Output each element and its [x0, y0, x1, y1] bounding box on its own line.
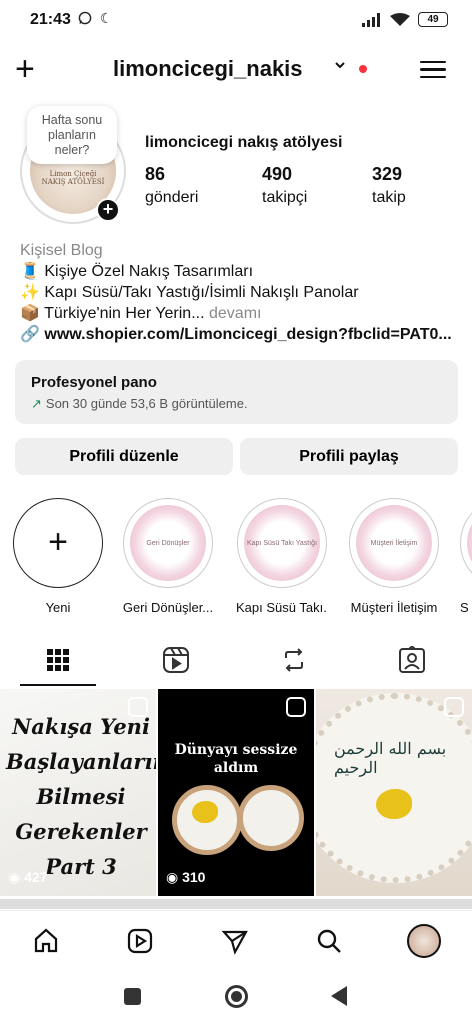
- content-tabs: [0, 632, 472, 688]
- chevron-down-icon[interactable]: [334, 58, 346, 76]
- post-overlay-text: Dünyayı sessize aldım: [174, 742, 298, 776]
- stat-posts-count: 86: [145, 164, 166, 184]
- highlight-label: Müşteri İletişim: [350, 600, 438, 615]
- post-thumbnail[interactable]: Dünyayı sessize aldım ◉ 310: [158, 689, 314, 896]
- reel-badge-icon: [128, 697, 148, 717]
- grid-next-row: [0, 899, 472, 909]
- post-overlay-text: Nakışa Yeni Başlayanların Bilmesi Gereke…: [6, 714, 156, 879]
- username-switcher[interactable]: limoncicegi_nakis: [113, 56, 303, 82]
- battery-icon: 49: [418, 12, 448, 27]
- professional-dashboard[interactable]: Profesyonel pano ↗ Son 30 günde 53,6 B gö…: [15, 360, 458, 424]
- plus-icon[interactable]: +: [15, 52, 35, 86]
- hoop-image: [238, 785, 304, 851]
- stat-following[interactable]: 329 takip: [372, 164, 406, 207]
- repost-icon[interactable]: [276, 642, 312, 678]
- highlight-cover: Geri Dönüşler: [130, 505, 206, 581]
- bottom-navigation: [0, 910, 472, 972]
- whatsapp-icon: [78, 11, 92, 28]
- post-views-count: 310: [182, 869, 206, 885]
- add-story-icon[interactable]: +: [96, 198, 120, 222]
- display-name: limoncicegi nakış atölyesi: [145, 134, 343, 151]
- dashboard-title: Profesyonel pano: [31, 374, 157, 391]
- dashboard-views: Son 30 günde 53,6 B görüntüleme.: [45, 396, 248, 411]
- highlight-item[interactable]: Geri Dönüşler Geri Dönüşler...: [122, 498, 214, 615]
- share-profile-button[interactable]: Profili paylaş: [240, 438, 458, 475]
- carousel-badge-icon: [444, 697, 464, 717]
- avatar: [407, 924, 441, 958]
- bio-line-truncated: 📦 Türkiye'nin Her Yerin... devamı: [20, 303, 460, 324]
- reels-icon[interactable]: [158, 642, 194, 678]
- avatar-caption: Limon Çiçeği NAKIŞ ATÖLYESİ: [41, 170, 105, 186]
- highlight-label: Geri Dönüşler...: [122, 600, 214, 615]
- highlight-item[interactable]: Kapı Süsü Takı Yastığı Kapı Süsü Takı...: [236, 498, 328, 615]
- moon-icon: ☾: [100, 10, 113, 26]
- dashboard-subtitle: ↗ Son 30 günde 53,6 B görüntüleme.: [31, 396, 442, 412]
- home-button-icon[interactable]: [225, 985, 248, 1008]
- signal-icon: [362, 12, 380, 27]
- bird-embroidery: [376, 789, 412, 819]
- post-views: ◉ 310: [166, 869, 206, 885]
- recent-apps-icon[interactable]: [124, 988, 141, 1005]
- highlight-item[interactable]: S: [460, 498, 472, 615]
- highlight-cover: [467, 505, 472, 581]
- back-icon[interactable]: [331, 986, 347, 1006]
- bio: Kişisel Blog 🧵 Kişiye Özel Nakış Tasarım…: [20, 240, 460, 345]
- highlight-label: Yeni: [45, 600, 71, 615]
- post-thumbnail[interactable]: بسم الله الرحمن الرحيم: [316, 689, 472, 896]
- hoop-image: [316, 693, 472, 883]
- send-icon[interactable]: [217, 923, 253, 959]
- note-bubble[interactable]: Hafta sonu planların neler?: [27, 106, 117, 164]
- profile-header: + limoncicegi_nakis: [0, 48, 472, 92]
- post-views-count: 427: [24, 869, 48, 885]
- bio-line: ✨ Kapı Süsü/Takı Yastığı/İsimli Nakışlı …: [20, 284, 359, 301]
- grid-icon[interactable]: [40, 642, 76, 678]
- bird-embroidery: [192, 801, 218, 823]
- profile-avatar-nav[interactable]: [406, 923, 442, 959]
- reels-icon[interactable]: [122, 923, 158, 959]
- stat-followers-count: 490: [262, 164, 293, 184]
- stat-following-count: 329: [372, 164, 403, 184]
- plus-icon: +: [13, 498, 103, 588]
- post-grid: Nakışa Yeni Başlayanların Bilmesi Gereke…: [0, 689, 472, 909]
- highlight-label: S: [460, 600, 469, 615]
- post-views: ◉ 427: [8, 869, 48, 885]
- stat-posts-label: gönderi: [145, 189, 199, 206]
- home-icon[interactable]: [28, 923, 64, 959]
- system-navigation-bar: [0, 972, 472, 1024]
- post-overlay-text: بسم الله الرحمن الرحيم: [334, 739, 447, 777]
- bio-line: 📦 Türkiye'nin Her Yerin...: [20, 305, 205, 322]
- edit-profile-button[interactable]: Profili düzenle: [15, 438, 233, 475]
- stat-posts[interactable]: 86 gönderi: [145, 164, 198, 207]
- bio-link[interactable]: 🔗 www.shopier.com/Limoncicegi_design?fbc…: [20, 324, 460, 345]
- wifi-icon: [390, 12, 410, 26]
- stat-followers[interactable]: 490 takipçi: [262, 164, 307, 207]
- bio-category: Kişisel Blog: [20, 242, 103, 259]
- bio-link-text[interactable]: www.shopier.com/Limoncicegi_design?fbcli…: [44, 326, 451, 343]
- more-link[interactable]: devamı: [205, 305, 261, 322]
- highlight-new[interactable]: + Yeni: [12, 498, 104, 615]
- stat-following-label: takip: [372, 189, 406, 206]
- reel-badge-icon: [286, 697, 306, 717]
- highlight-cover: Müşteri İletişim: [356, 505, 432, 581]
- search-icon[interactable]: [311, 923, 347, 959]
- post-thumbnail[interactable]: Nakışa Yeni Başlayanların Bilmesi Gereke…: [0, 689, 156, 896]
- notification-dot: [359, 65, 367, 73]
- hamburger-icon[interactable]: [420, 56, 446, 83]
- highlight-cover: Kapı Süsü Takı Yastığı: [244, 505, 320, 581]
- highlight-item[interactable]: Müşteri İletişim Müşteri İletişim: [348, 498, 440, 615]
- trend-up-icon: ↗: [31, 396, 42, 411]
- active-tab-indicator: [20, 684, 96, 686]
- bio-line: 🧵 Kişiye Özel Nakış Tasarımları: [20, 263, 254, 280]
- tagged-icon[interactable]: [394, 642, 430, 678]
- stat-followers-label: takipçi: [262, 189, 308, 206]
- status-time: 21:43: [30, 11, 71, 28]
- status-bar: 21:43 ☾ 49: [0, 0, 472, 40]
- link-icon: 🔗: [20, 326, 40, 343]
- highlight-label: Kapı Süsü Takı...: [236, 600, 328, 615]
